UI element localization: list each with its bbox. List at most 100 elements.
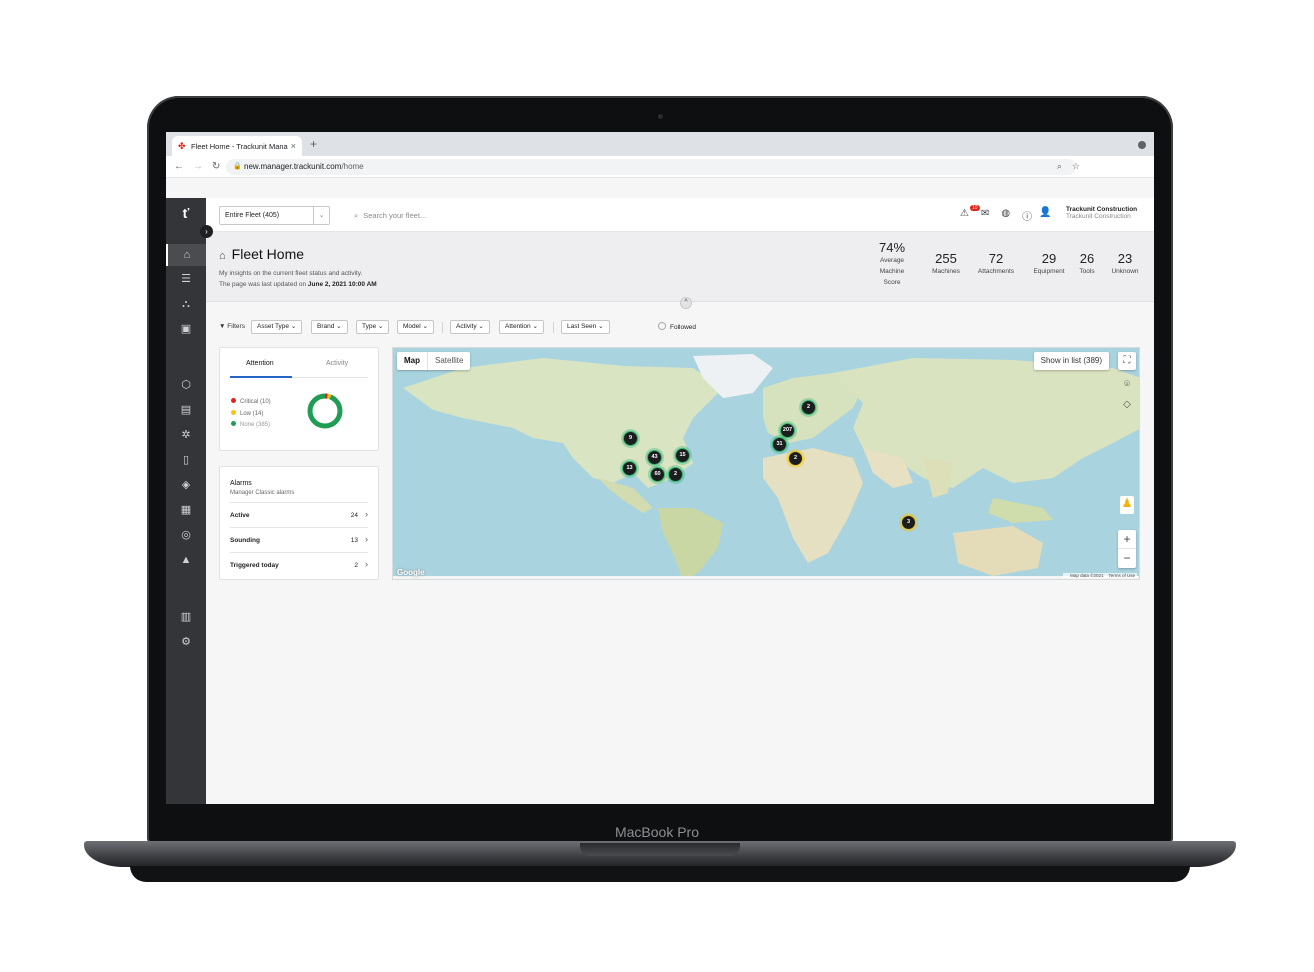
critical-dot-icon [231,398,236,403]
alarm-row-sounding[interactable]: Sounding 13 › [230,527,368,551]
map-attribution: Map data ©2021 Terms of Use [1063,573,1137,578]
alarm-row-active[interactable]: Active 24 › [230,502,368,526]
show-in-list-button[interactable]: Show in list (389) [1033,352,1109,370]
user-avatar-icon[interactable]: 👤 [1039,207,1051,218]
help-icon[interactable]: ⓘ [1022,208,1032,223]
stat-value: 74% [878,240,906,255]
terms-link[interactable]: Terms of Use [1108,573,1135,578]
nav-list-icon[interactable]: ☰ [166,268,206,290]
stat-equipment[interactable]: 29 Equipment [1026,251,1072,277]
fleet-select[interactable]: Entire Fleet (405) ⌄ [219,206,330,225]
attention-legend: Critical (10) Low (14) None (385) [231,397,271,432]
satellite-tab[interactable]: Satellite [427,352,470,370]
stat-value: 255 [935,251,957,266]
map-cluster[interactable]: 2 [668,467,683,482]
nav-assets-icon[interactable]: ⛬ [166,293,206,315]
user-name: Trackunit Construction [1066,206,1138,213]
alert-icon[interactable]: ⚠ [960,208,969,223]
nav-cone-icon[interactable]: ▲ [166,549,206,571]
browser-menu-icon[interactable] [1138,141,1146,149]
new-tab-icon[interactable]: + [310,137,317,151]
zoom-out-button[interactable]: − [1118,549,1136,568]
tab-divider [292,377,368,378]
nav-device-icon[interactable]: ▯ [166,449,206,471]
nav-bug-icon[interactable]: ✲ [166,424,206,446]
map-cluster[interactable]: 2 [801,400,816,415]
trackunit-logo-icon[interactable]: ť [166,198,206,228]
forward-icon[interactable]: → [193,161,203,172]
legend-none[interactable]: None (385) [231,420,271,432]
nav-location-icon[interactable]: ◎ [166,524,206,546]
fleet-select-value: Entire Fleet (405) [225,212,280,219]
page-title: ⌂ Fleet Home [219,246,304,262]
alarms-title: Alarms [230,480,252,487]
stat-attachments[interactable]: 72 Attachments [970,251,1022,277]
filter-activity[interactable]: Activity ⌄ [450,320,490,334]
filter-last-seen[interactable]: Last Seen ⌄ [561,320,610,334]
reload-icon[interactable]: ↻ [212,161,220,172]
map-cluster[interactable]: 43 [647,450,662,465]
layers-icon[interactable]: ◇ [1118,396,1136,414]
stat-tools[interactable]: 26 Tools [1072,251,1102,277]
user-account[interactable]: Trackunit Construction Trackunit Constru… [1066,206,1137,220]
map-cluster[interactable]: 9 [623,431,638,446]
stat-label: Unknown [1111,268,1139,275]
stat-label: Tools [1079,268,1095,275]
nav-reports-icon[interactable]: ▣ [166,318,206,340]
close-tab-icon[interactable]: × [291,141,296,151]
map-tab[interactable]: Map [397,352,427,370]
updated-prefix: The page was last updated on [219,281,307,288]
collapse-sidebar-chevron-icon[interactable]: › [200,225,213,238]
zoom-icon[interactable]: ⌕ [1057,161,1062,172]
nav-box-icon[interactable]: ⬡ [166,374,206,396]
map-cluster[interactable]: 15 [675,448,690,463]
subtitle-text: My insights on the current fleet status … [219,270,363,277]
alarm-row-triggered-today[interactable]: Triggered today 2 › [230,552,368,576]
nav-home-icon[interactable]: ⌂ [166,244,206,266]
chat-icon[interactable]: ✉ [981,208,989,223]
filter-type[interactable]: Type ⌄ [356,320,390,334]
tab-activity[interactable]: Activity [326,360,348,367]
map-cluster[interactable]: 2 [788,451,803,466]
followed-checkbox[interactable] [658,322,666,330]
filter-model[interactable]: Model ⌄ [397,320,434,334]
url-field[interactable]: 🔒 new.manager.trackunit.com/home [226,159,1076,175]
nav-settings-gear-icon[interactable]: ⚙ [166,631,206,653]
fullscreen-icon[interactable]: ⛶ [1118,352,1136,370]
map-cluster[interactable]: 60 [650,467,665,482]
alarms-subtitle: Manager Classic alarms [230,490,295,496]
back-icon[interactable]: ← [174,161,184,172]
nav-calendar-icon[interactable]: ▦ [166,499,206,521]
nav-admin-icon[interactable]: ▥ [166,606,206,628]
map-cluster[interactable]: 3 [901,515,916,530]
stat-value: 29 [1041,251,1057,266]
browser-tab[interactable]: ✤ Fleet Home - Trackunit Manag × [172,136,302,156]
fleet-map[interactable]: Map Satellite Show in list (389) ⛶ ⌾ ◇ ♟… [392,347,1140,580]
map-cluster[interactable]: 207 [780,423,795,438]
map-cluster[interactable]: 13 [622,461,637,476]
legend-critical[interactable]: Critical (10) [231,397,271,409]
location-pin-icon[interactable]: ⌾ [1118,376,1136,394]
map-type-toggle: Map Satellite [397,352,471,370]
street-view-pegman-icon[interactable]: ♟ [1120,496,1134,514]
collapse-header-chevron-icon[interactable]: ^ [680,297,692,309]
filter-asset-type[interactable]: Asset Type ⌄ [251,320,303,334]
stat-unknown[interactable]: 23 Unknown [1106,251,1144,277]
followed-toggle[interactable]: Followed [658,322,696,331]
filter-funnel-icon: ▼ [219,323,226,330]
nav-layers-icon[interactable]: ◈ [166,474,206,496]
filter-brand[interactable]: Brand ⌄ [311,320,348,334]
zoom-in-button[interactable]: + [1118,530,1136,549]
page-header: ⌂ Fleet Home My insights on the current f… [206,232,1154,302]
legend-low[interactable]: Low (14) [231,409,271,421]
stat-machines[interactable]: 255 Machines [923,251,969,277]
fleet-search-input[interactable]: ⌕ Search your fleet... [354,211,426,221]
map-cluster[interactable]: 31 [772,437,787,452]
laptop-notch [580,843,740,856]
filter-attention[interactable]: Attention ⌄ [499,320,544,334]
globe-icon[interactable]: ◍ [1001,208,1010,223]
page-title-text: Fleet Home [231,246,305,262]
bookmark-star-icon[interactable]: ☆ [1072,161,1080,172]
nav-document-search-icon[interactable]: ▤ [166,399,206,421]
tab-attention[interactable]: Attention [246,360,274,367]
